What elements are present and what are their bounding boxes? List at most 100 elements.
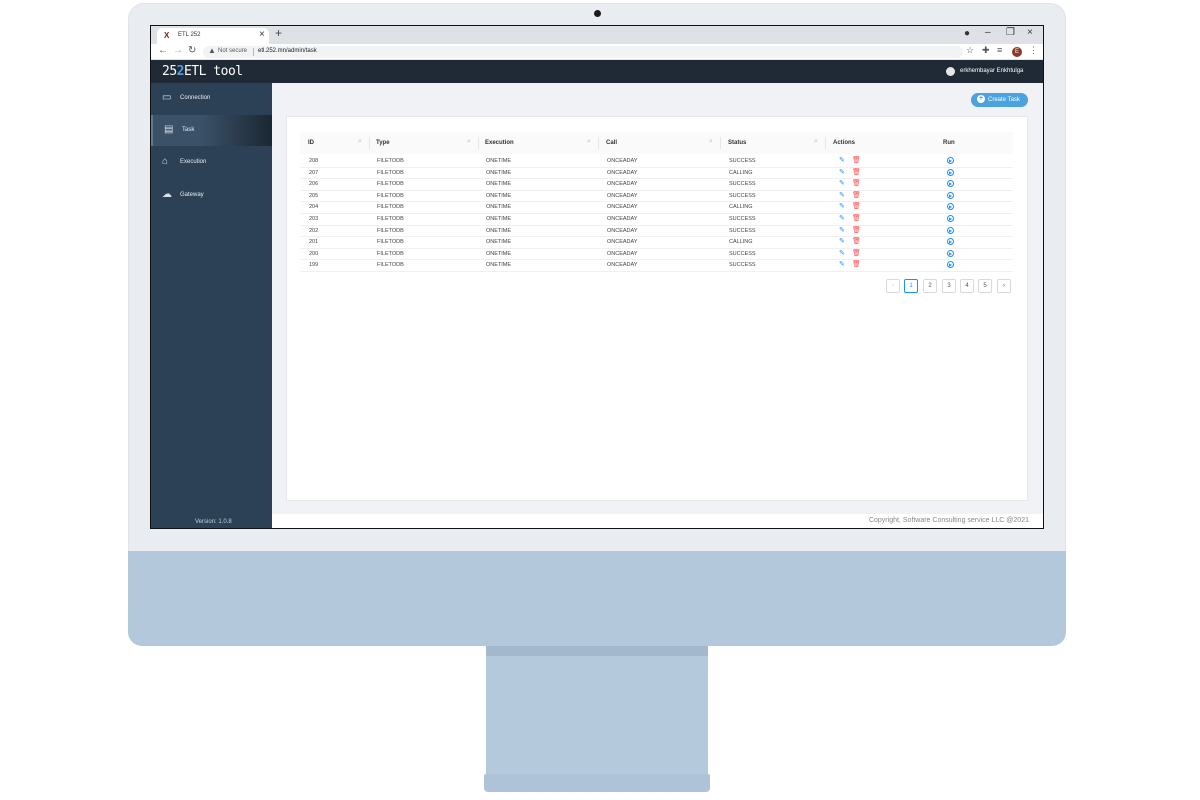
delete-icon[interactable]: 🗑 bbox=[852, 237, 861, 245]
close-window-icon[interactable]: × bbox=[1027, 27, 1033, 38]
run-icon[interactable]: ▶ bbox=[947, 238, 954, 246]
prev-page-button[interactable]: ‹ bbox=[886, 279, 900, 293]
tab-title: ETL 252 bbox=[178, 32, 201, 38]
browser-menu-icon[interactable]: ⋮ bbox=[1029, 45, 1038, 56]
edit-icon[interactable]: ✎ bbox=[839, 202, 845, 210]
column-header-call[interactable]: Call bbox=[606, 140, 617, 146]
sidebar-item-gateway[interactable]: ☁ Gateway bbox=[151, 180, 272, 211]
edit-icon[interactable]: ✎ bbox=[839, 237, 845, 245]
search-icon[interactable]: ⌕ bbox=[358, 138, 362, 146]
table-row: 208 FILETODB ONETIME ONCEADAY SUCCESS ✎ … bbox=[300, 156, 1013, 168]
cell-execution: ONETIME bbox=[486, 204, 512, 211]
delete-icon[interactable]: 🗑 bbox=[852, 202, 861, 210]
reading-list-icon[interactable]: ≡ bbox=[997, 45, 1002, 55]
back-icon[interactable]: ← bbox=[158, 45, 168, 56]
user-name[interactable]: erkhembayar Enkhtulga bbox=[960, 68, 1023, 74]
home-icon: ⌂ bbox=[162, 156, 169, 167]
user-avatar[interactable] bbox=[946, 67, 955, 76]
browser-address-bar: ← → ↻ ▲ Not secure etl.252.mn/admin/task… bbox=[151, 44, 1043, 60]
new-tab-button[interactable]: + bbox=[275, 26, 282, 40]
cell-type: FILETODB bbox=[377, 181, 404, 188]
cell-call: ONCEADAY bbox=[607, 158, 638, 164]
run-icon[interactable]: ▶ bbox=[947, 157, 954, 164]
run-icon[interactable]: ▶ bbox=[947, 214, 954, 222]
main-content: + Create Task ID ⌕ Type ⌕ Execution ⌕ Ca… bbox=[272, 83, 1043, 514]
delete-icon[interactable]: 🗑 bbox=[852, 260, 861, 268]
table-row: 206 FILETODB ONETIME ONCEADAY SUCCESS ✎ … bbox=[300, 179, 1013, 191]
search-icon[interactable]: ⌕ bbox=[587, 138, 591, 146]
forward-icon[interactable]: → bbox=[173, 45, 183, 56]
imac-chin bbox=[128, 551, 1066, 646]
sidebar-item-label: Connection bbox=[180, 95, 211, 101]
cell-call: ONCEADAY bbox=[607, 169, 638, 176]
page-5-button[interactable]: 5 bbox=[978, 279, 992, 293]
edit-icon[interactable]: ✎ bbox=[839, 168, 845, 176]
edit-icon[interactable]: ✎ bbox=[839, 156, 845, 164]
page-1-button[interactable]: 1 bbox=[904, 279, 918, 293]
bookmark-star-icon[interactable]: ☆ bbox=[966, 45, 974, 56]
cell-id: 201 bbox=[309, 239, 319, 246]
column-header-type[interactable]: Type bbox=[376, 140, 390, 146]
page-4-button[interactable]: 4 bbox=[960, 279, 974, 293]
run-icon[interactable]: ▶ bbox=[947, 203, 954, 211]
cell-type: FILETODB bbox=[377, 262, 404, 269]
profile-avatar[interactable]: E bbox=[1012, 47, 1022, 57]
table-row: 203 FILETODB ONETIME ONCEADAY SUCCESS ✎ … bbox=[300, 214, 1013, 226]
search-icon[interactable]: ⌕ bbox=[814, 138, 818, 146]
app-logo[interactable]: 252ETL tool bbox=[162, 64, 243, 79]
edit-icon[interactable]: ✎ bbox=[839, 191, 845, 199]
edit-icon[interactable]: ✎ bbox=[839, 260, 845, 268]
delete-icon[interactable]: 🗑 bbox=[852, 226, 861, 234]
cell-id: 204 bbox=[309, 204, 319, 211]
edit-icon[interactable]: ✎ bbox=[839, 179, 845, 187]
edit-icon[interactable]: ✎ bbox=[839, 214, 845, 222]
run-icon[interactable]: ▶ bbox=[947, 191, 954, 199]
search-icon[interactable]: ⌕ bbox=[467, 138, 471, 146]
sidebar-item-execution[interactable]: ⌂ Execution bbox=[151, 147, 272, 178]
run-icon[interactable]: ▶ bbox=[947, 249, 954, 257]
restore-icon[interactable]: ❐ bbox=[1006, 27, 1015, 38]
search-icon[interactable]: ⌕ bbox=[709, 138, 713, 146]
delete-icon[interactable]: 🗑 bbox=[852, 156, 861, 164]
table-row: 207 FILETODB ONETIME ONCEADAY CALLING ✎ … bbox=[300, 168, 1013, 180]
cell-call: ONCEADAY bbox=[607, 250, 638, 257]
sidebar-item-task[interactable]: ▤ Task bbox=[151, 115, 272, 146]
cell-id: 207 bbox=[309, 169, 319, 176]
column-header-status[interactable]: Status bbox=[728, 140, 746, 146]
create-task-label: Create Task bbox=[988, 97, 1020, 103]
page-3-button[interactable]: 3 bbox=[942, 279, 956, 293]
page-2-button[interactable]: 2 bbox=[923, 279, 937, 293]
column-header-execution[interactable]: Execution bbox=[485, 140, 514, 146]
cell-type: FILETODB bbox=[377, 158, 404, 164]
sidebar-item-connection[interactable]: ▭ Connection bbox=[151, 83, 272, 114]
column-header-id[interactable]: ID bbox=[308, 140, 314, 146]
edit-icon[interactable]: ✎ bbox=[839, 226, 845, 234]
cell-call: ONCEADAY bbox=[607, 262, 638, 269]
profile-menu-icon[interactable]: ● bbox=[964, 28, 970, 39]
cell-status: SUCCESS bbox=[729, 158, 756, 164]
delete-icon[interactable]: 🗑 bbox=[852, 214, 861, 222]
delete-icon[interactable]: 🗑 bbox=[852, 179, 861, 187]
run-icon[interactable]: ▶ bbox=[947, 168, 954, 176]
minimize-icon[interactable]: – bbox=[985, 27, 991, 38]
create-task-button[interactable]: + Create Task bbox=[971, 93, 1028, 107]
reload-icon[interactable]: ↻ bbox=[188, 45, 196, 56]
run-icon[interactable]: ▶ bbox=[947, 226, 954, 234]
run-icon[interactable]: ▶ bbox=[947, 180, 954, 188]
sidebar-item-label: Task bbox=[182, 127, 195, 133]
next-page-button[interactable]: › bbox=[997, 279, 1011, 293]
delete-icon[interactable]: 🗑 bbox=[852, 168, 861, 176]
url-field[interactable]: ▲ Not secure etl.252.mn/admin/task bbox=[203, 46, 963, 58]
edit-icon[interactable]: ✎ bbox=[839, 249, 845, 257]
close-tab-icon[interactable]: × bbox=[259, 29, 265, 40]
cell-execution: ONETIME bbox=[486, 239, 512, 246]
app-footer: Copyright, Software Consulting service L… bbox=[272, 514, 1043, 528]
delete-icon[interactable]: 🗑 bbox=[852, 191, 861, 199]
column-header-run: Run bbox=[943, 140, 955, 146]
cell-status: SUCCESS bbox=[729, 215, 756, 222]
cell-id: 206 bbox=[309, 181, 319, 188]
browser-tab[interactable]: X ETL 252 × bbox=[157, 28, 269, 44]
run-icon[interactable]: ▶ bbox=[947, 261, 954, 269]
delete-icon[interactable]: 🗑 bbox=[852, 249, 861, 257]
extensions-icon[interactable]: ✚ bbox=[982, 45, 990, 56]
